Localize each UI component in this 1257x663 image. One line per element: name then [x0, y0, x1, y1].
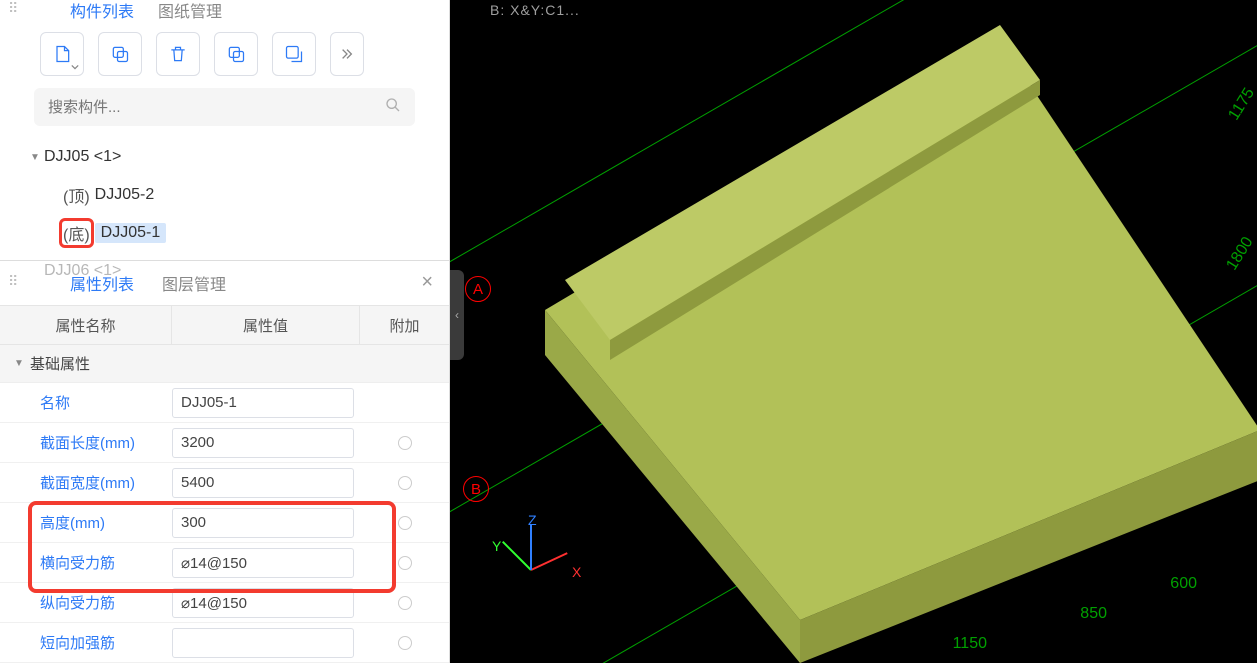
prop-label: 短向加强筋 [0, 632, 172, 653]
dim-text: 1150 [953, 635, 987, 653]
more-tools-button[interactable] [330, 32, 364, 76]
caret-down-icon: ▼ [14, 358, 30, 369]
prop-label: 截面宽度(mm) [0, 472, 172, 493]
tab-layers[interactable]: 图层管理 [162, 271, 226, 295]
extra-radio[interactable] [398, 636, 412, 650]
prop-label: 横向受力筋 [0, 552, 172, 573]
extra-radio[interactable] [398, 556, 412, 570]
axis-z-label: Z [528, 512, 537, 528]
prop-row-v-rebar: 纵向受力筋 [0, 583, 449, 623]
prop-label: 纵向受力筋 [0, 592, 172, 613]
component-toolbar [0, 20, 449, 88]
prop-input-sec-len[interactable] [172, 428, 354, 458]
prop-label: 高度(mm) [0, 512, 172, 533]
prop-input-name[interactable] [172, 388, 354, 418]
prop-row-h-rebar: 横向受力筋 [0, 543, 449, 583]
prop-input-height[interactable] [172, 508, 354, 538]
extra-radio[interactable] [398, 516, 412, 530]
search-input[interactable] [48, 99, 385, 116]
header-value: 属性值 [172, 306, 360, 344]
group-label: 基础属性 [30, 353, 90, 374]
tree-item-label: DJJ05-1 [95, 223, 167, 243]
extra-radio[interactable] [398, 476, 412, 490]
tree-item-djj05-2[interactable]: (顶) DJJ05-2 [30, 176, 433, 214]
prop-row-height: 高度(mm) [0, 503, 449, 543]
tree-item-label: DJJ05-2 [95, 186, 155, 204]
tree-node-djj05[interactable]: ▼ DJJ05 <1> [30, 138, 433, 176]
extra-radio[interactable] [398, 436, 412, 450]
tree-item-djj05-1[interactable]: (底) DJJ05-1 [30, 214, 433, 252]
position-badge-top: (顶) [62, 183, 91, 207]
property-panel: ⠿ 属性列表 图层管理 × 属性名称 属性值 附加 ▼ 基础属性 名称 [0, 260, 449, 663]
copy-button[interactable] [98, 32, 142, 76]
drag-handle-icon[interactable]: ⠿ [8, 0, 16, 17]
prop-input-short-reinforce[interactable] [172, 628, 354, 658]
header-name: 属性名称 [0, 306, 172, 344]
group-basic-props[interactable]: ▼ 基础属性 [0, 345, 449, 383]
viewport-3d[interactable]: B: X&Y:C1... ‹ A B 1175 1800 600 850 [450, 0, 1257, 663]
tab-component-list[interactable]: 构件列表 [70, 0, 134, 22]
prop-row-name: 名称 [0, 383, 449, 423]
tree-node-label: DJJ05 <1> [44, 148, 121, 166]
header-extra: 附加 [360, 306, 449, 344]
prop-label: 名称 [0, 392, 172, 413]
tab-drawing-manage[interactable]: 图纸管理 [158, 0, 222, 22]
position-badge-bottom: (底) [62, 221, 91, 245]
prop-row-sec-wid: 截面宽度(mm) [0, 463, 449, 503]
property-header: 属性名称 属性值 附加 [0, 305, 449, 345]
prop-input-sec-wid[interactable] [172, 468, 354, 498]
tab-properties[interactable]: 属性列表 [70, 271, 134, 295]
search-input-wrap[interactable] [34, 88, 415, 126]
prop-input-h-rebar[interactable] [172, 548, 354, 578]
drag-handle-icon[interactable]: ⠿ [8, 273, 16, 290]
new-button[interactable] [40, 32, 84, 76]
caret-down-icon: ▼ [30, 152, 44, 163]
prop-label: 截面长度(mm) [0, 432, 172, 453]
dim-text: 850 [1080, 605, 1107, 623]
extra-radio[interactable] [398, 596, 412, 610]
prop-row-sec-len: 截面长度(mm) [0, 423, 449, 463]
delete-button[interactable] [156, 32, 200, 76]
axis-x-label: X [572, 564, 581, 580]
prop-input-v-rebar[interactable] [172, 588, 354, 618]
search-icon [385, 97, 401, 118]
axis-y-label: Y [492, 538, 501, 554]
close-icon[interactable]: × [421, 271, 433, 294]
component-list-panel: ⠿ 构件列表 图纸管理 [0, 0, 449, 260]
dim-text: 600 [1170, 575, 1197, 593]
layer-copy-button[interactable] [214, 32, 258, 76]
interlayer-copy-button[interactable] [272, 32, 316, 76]
prop-row-short-reinforce: 短向加强筋 [0, 623, 449, 663]
